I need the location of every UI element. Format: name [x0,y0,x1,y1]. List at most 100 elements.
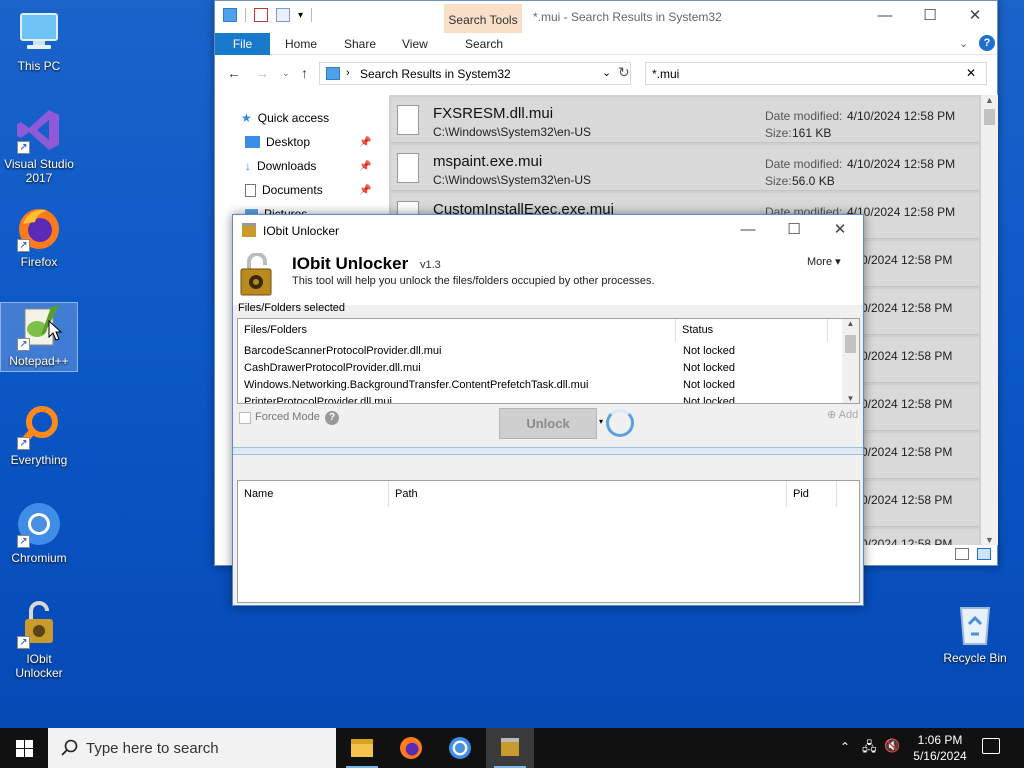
address-field[interactable]: › Search Results in System32 ⌄ [319,62,631,85]
unlock-button[interactable]: Unlock [499,408,597,439]
result-item[interactable]: FXSRESM.dll.mui C:\Windows\System32\en-U… [391,97,979,143]
shortcut-arrow-icon: ↗ [17,141,30,154]
scroll-down-icon[interactable]: ▼ [981,535,998,545]
folder-icon[interactable] [223,8,237,22]
shortcut-arrow-icon: ↗ [17,535,30,548]
show-hidden-icons-icon[interactable]: ⌃ [840,740,850,754]
tab-search[interactable]: Search [465,37,503,51]
properties-icon[interactable] [254,8,268,22]
expand-ribbon-icon[interactable]: ⌄ [959,37,968,50]
taskbar-chromium[interactable] [436,728,484,768]
network-icon[interactable]: 🖧 [862,738,877,760]
unlock-controls: Forced Mode ? Unlock ▾ ⊕ Add [233,405,863,445]
result-item[interactable]: mspaint.exe.mui C:\Windows\System32\en-U… [391,145,979,191]
tiles-view-icon[interactable] [977,548,991,560]
taskbar-clock[interactable]: 1:06 PM 5/16/2024 [902,732,978,764]
scroll-up-icon[interactable]: ▲ [981,95,998,105]
chromium-label: Chromium [11,551,67,565]
unlock-dropdown-icon[interactable]: ▾ [599,417,603,426]
back-arrow-icon[interactable]: ← [227,65,241,81]
taskbar-search-box[interactable]: Type here to search [48,728,336,768]
list-item[interactable]: BarcodeScannerProtocolProvider.dll.mui No… [244,343,735,360]
result-path: C:\Windows\System32\en-US [433,173,592,187]
scroll-thumb[interactable] [984,109,995,125]
taskbar: Type here to search ⌃ 🖧 🔇 1:06 PM 5/16/2… [0,728,1024,768]
document-icon [245,183,256,197]
pane-splitter[interactable] [233,447,863,455]
date-modified-value: 0/2024 12:58 PM [861,349,953,363]
nav-item-quick-access[interactable]: ★ Quick access [241,111,329,125]
address-dropdown-icon[interactable]: ⌄ [602,66,611,79]
list-item[interactable]: CashDrawerProtocolProvider.dll.mui Not lo… [244,360,735,377]
desktop-icon-chromium[interactable]: ↗ Chromium [1,500,77,565]
forward-arrow-icon[interactable]: → [255,65,269,81]
refresh-icon[interactable]: ↻ [618,64,630,81]
scroll-up-icon[interactable]: ▲ [842,319,859,328]
explorer-ribbon: File Home Share View Search ⌄ ? [215,33,997,55]
tab-view[interactable]: View [402,37,428,51]
up-arrow-icon[interactable]: ↑ [301,65,308,81]
maximize-button[interactable]: ☐ [907,1,953,31]
scroll-down-icon[interactable]: ▼ [842,394,859,403]
nav-item-downloads[interactable]: ↓ Downloads 📌 [245,159,371,173]
tab-home[interactable]: Home [285,37,317,51]
file-status: Not locked [683,396,735,404]
date-modified-label: Date modified: [765,109,843,123]
files-list-scrollbar[interactable]: ▲ ▼ [842,319,859,403]
taskbar-file-explorer[interactable] [338,728,386,768]
pin-icon: 📌 [359,184,372,196]
desktop-icon-visual-studio[interactable]: ↗ Visual Studio 2017 [1,106,77,185]
volume-muted-icon[interactable]: 🔇 [884,738,900,754]
recent-locations-icon[interactable]: ⌄ [282,68,290,79]
tab-file[interactable]: File [215,33,270,55]
iobit-unlocker-icon: ↗ [15,601,63,649]
scroll-thumb[interactable] [845,335,856,353]
address-bar-row: ← → ⌄ ↑ › Search Results in System32 ⌄ ↻… [215,55,997,91]
details-view-icon[interactable] [955,548,969,560]
more-menu-button[interactable]: More ▾ [807,255,841,268]
file-name: Windows.Networking.BackgroundTransfer.Co… [244,379,589,391]
loading-spinner-icon [606,409,634,437]
desktop-icon-iobit-unlocker[interactable]: ↗ IObit Unlocker [1,601,77,680]
close-button[interactable]: ✕ [952,1,998,31]
customize-toolbar-icon[interactable]: ▾ [298,10,303,21]
everything-icon: ↗ [15,402,63,450]
new-folder-icon[interactable] [276,8,290,22]
quick-access-toolbar: ▾ [223,8,313,22]
tab-share[interactable]: Share [344,37,376,51]
results-scrollbar[interactable]: ▲ ▼ [981,95,998,545]
files-selected-label: Files/Folders selected [238,302,345,314]
nav-item-desktop[interactable]: Desktop 📌 [245,135,371,149]
column-header-path[interactable]: Path [389,481,787,507]
clear-search-icon[interactable]: ✕ [966,66,976,80]
list-item[interactable]: PrinterProtocolProvider.dll.mui Not locke… [244,394,735,403]
desktop-icon-this-pc[interactable]: This PC [1,8,77,73]
help-icon[interactable]: ? [979,35,995,51]
date-modified-value: 0/2024 12:58 PM [861,493,953,507]
notifications-icon[interactable] [982,738,1000,754]
maximize-button[interactable]: ☐ [771,215,817,245]
search-input[interactable]: *.mui ✕ [645,62,987,85]
minimize-button[interactable]: — [725,215,771,245]
desktop-icon-firefox[interactable]: ↗ Firefox [1,204,77,269]
taskbar-firefox[interactable] [387,728,435,768]
start-button[interactable] [0,728,48,768]
nav-item-documents[interactable]: Documents 📌 [245,183,371,197]
desktop-icon-recycle-bin[interactable]: Recycle Bin [937,600,1013,665]
more-label: More [807,256,833,268]
list-item[interactable]: Windows.Networking.BackgroundTransfer.Co… [244,377,735,394]
taskbar-iobit-unlocker[interactable] [486,728,534,768]
help-icon[interactable]: ? [325,411,339,425]
column-header-files[interactable]: Files/Folders [238,319,676,341]
minimize-button[interactable]: — [862,1,908,31]
forced-mode-checkbox[interactable] [239,412,251,424]
close-button[interactable]: ✕ [817,215,863,245]
add-button[interactable]: ⊕ Add [827,408,858,421]
desktop-icon-notepad-plus-plus[interactable]: ↗ Notepad++ [0,302,78,372]
column-header-name[interactable]: Name [238,481,389,507]
column-header-status[interactable]: Status [676,319,828,341]
column-header-pid[interactable]: Pid [787,481,837,507]
recycle-bin-icon [951,600,999,648]
desktop-icon-everything[interactable]: ↗ Everything [1,402,77,467]
pin-icon: 📌 [359,160,372,172]
